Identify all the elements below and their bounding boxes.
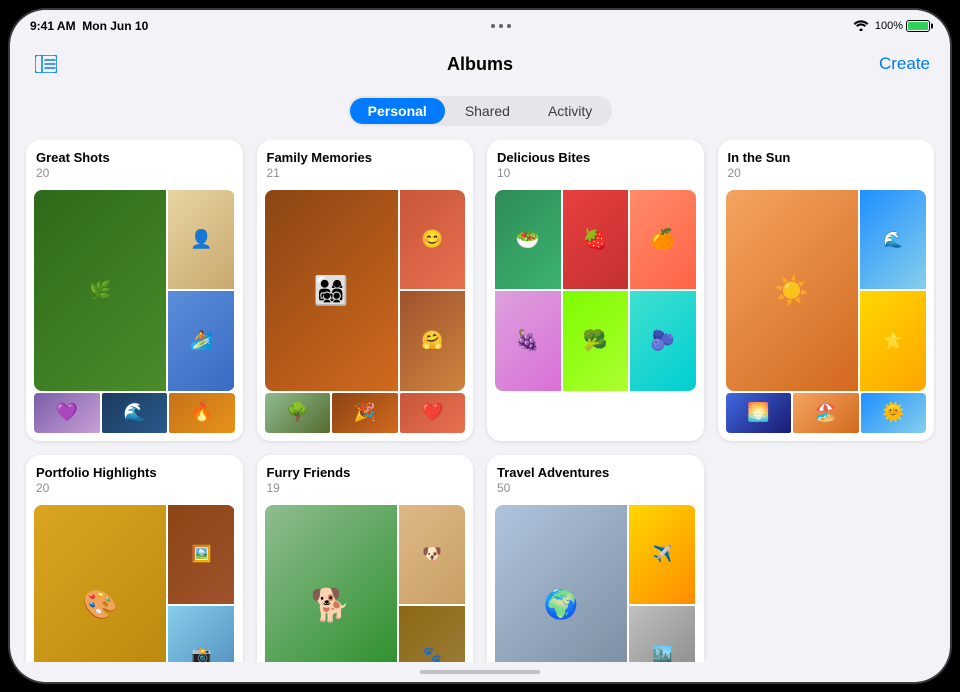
status-center-dots: [491, 24, 511, 28]
album-name: Delicious Bites: [497, 150, 694, 165]
sidebar-toggle-button[interactable]: [30, 48, 62, 80]
album-family-memories[interactable]: Family Memories 21 👨‍👩‍👧‍👦 😊 🤗 🌳 🎉: [257, 140, 474, 441]
album-count: 20: [36, 481, 233, 495]
ipad-frame: 9:41 AM Mon Jun 10 100%: [10, 10, 950, 682]
photo-cell: 🏄: [168, 291, 234, 390]
album-count: 21: [267, 166, 464, 180]
dot-1: [491, 24, 495, 28]
status-bar: 9:41 AM Mon Jun 10 100%: [10, 10, 950, 42]
album-count: 20: [36, 166, 233, 180]
dot-3: [507, 24, 511, 28]
battery-percent: 100%: [875, 20, 903, 32]
album-count: 10: [497, 166, 694, 180]
tab-shared[interactable]: Shared: [447, 98, 528, 124]
dot-2: [499, 24, 503, 28]
create-button[interactable]: Create: [879, 54, 930, 74]
photo-cell: 🌿: [34, 190, 166, 391]
battery-container: 100%: [875, 20, 930, 32]
segmented-control-wrapper: Personal Shared Activity: [10, 86, 950, 140]
nav-bar: Albums Create: [10, 42, 950, 86]
album-delicious-bites[interactable]: Delicious Bites 10 🥗 🍓 🍊 🍇 🥦 🫐: [487, 140, 704, 441]
ipad-screen: 9:41 AM Mon Jun 10 100%: [10, 10, 950, 682]
battery-fill: [908, 22, 928, 30]
album-furry-friends[interactable]: Furry Friends 19 🐕 🐶 🐾 🦴 🌱 🐾: [257, 455, 474, 663]
album-name: Furry Friends: [267, 465, 464, 480]
photo-cell: 👤: [168, 190, 234, 289]
status-time: 9:41 AM Mon Jun 10: [30, 19, 148, 33]
albums-scroll[interactable]: Great Shots 20 🌿 👤 🏄: [10, 140, 950, 662]
wifi-icon: [853, 19, 869, 34]
segmented-control: Personal Shared Activity: [348, 96, 613, 126]
album-name: Family Memories: [267, 150, 464, 165]
battery-icon: [906, 20, 930, 32]
home-bar: [420, 670, 540, 674]
album-portfolio-highlights[interactable]: Portfolio Highlights 20 🎨 🖼️ 📸 🌸 🏔️ 🌿: [26, 455, 243, 663]
album-name: In the Sun: [728, 150, 925, 165]
album-count: 19: [267, 481, 464, 495]
page-title: Albums: [447, 54, 513, 75]
album-name: Great Shots: [36, 150, 233, 165]
home-indicator: [10, 662, 950, 682]
album-count: 20: [728, 166, 925, 180]
tab-activity[interactable]: Activity: [530, 98, 610, 124]
album-travel-adventures[interactable]: Travel Adventures 50 🌍 ✈️ 🏙️ 🗺️ 🌄 🏕️: [487, 455, 704, 663]
album-name: Portfolio Highlights: [36, 465, 233, 480]
status-right: 100%: [853, 19, 930, 34]
album-in-the-sun[interactable]: In the Sun 20 ☀️ 🌊 ⭐ 🌅 🏖️ 🌞: [718, 140, 935, 441]
album-name: Travel Adventures: [497, 465, 694, 480]
albums-grid: Great Shots 20 🌿 👤 🏄: [26, 140, 934, 662]
tab-personal[interactable]: Personal: [350, 98, 445, 124]
album-count: 50: [497, 481, 694, 495]
album-great-shots[interactable]: Great Shots 20 🌿 👤 🏄: [26, 140, 243, 441]
